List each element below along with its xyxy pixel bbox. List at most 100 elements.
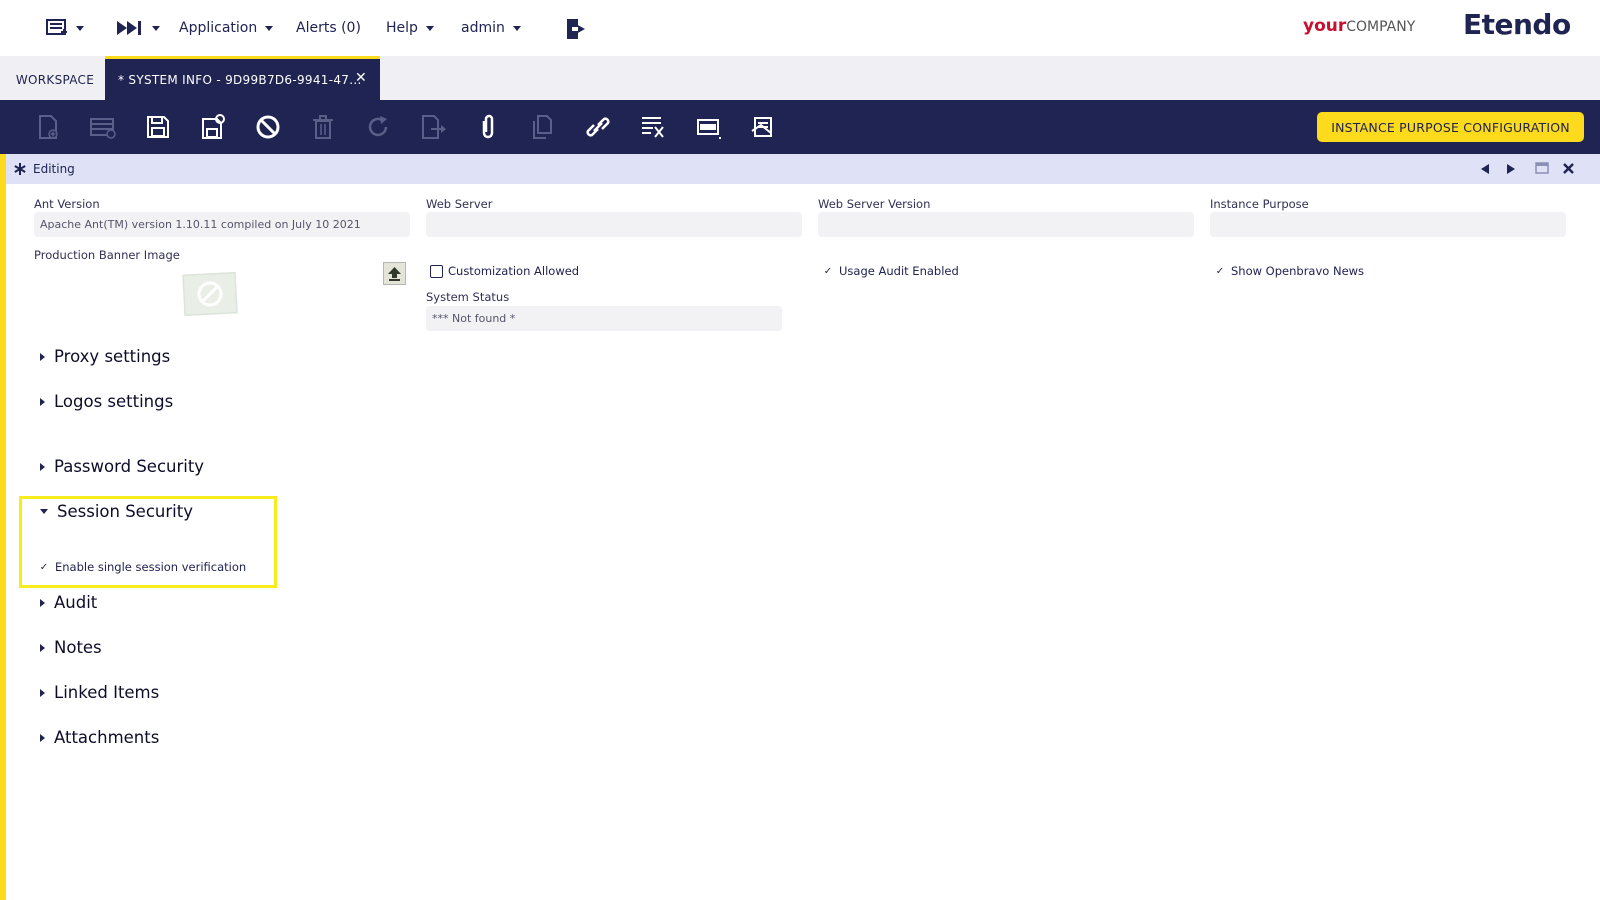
section-password-security[interactable]: Password Security [40, 457, 204, 476]
chevron-right-icon [40, 643, 45, 652]
new-document-button[interactable] [33, 112, 63, 142]
ant-version-label: Ant Version [34, 197, 100, 211]
attachment-icon [482, 114, 494, 139]
section-logos-settings-label: Logos settings [54, 392, 174, 411]
section-notes[interactable]: Notes [40, 638, 102, 657]
user-menu[interactable]: admin [461, 20, 521, 36]
tab-system-info[interactable]: * SYSTEM INFO - 9D99B7D6-9941-47... ✕ [105, 56, 380, 100]
close-icon[interactable]: ✕ [355, 70, 367, 86]
show-news-label: Show Openbravo News [1231, 264, 1365, 278]
application-menu-label: Application [179, 20, 258, 36]
logout-button[interactable] [566, 18, 586, 40]
section-proxy-settings[interactable]: Proxy settings [40, 347, 170, 366]
export-button[interactable] [418, 112, 448, 142]
left-accent-strip [0, 154, 6, 900]
chevron-right-icon [40, 598, 45, 607]
save-button[interactable] [143, 112, 173, 142]
ant-version-field[interactable]: Apache Ant(TM) version 1.10.11 compiled … [34, 212, 410, 237]
attachment-button[interactable] [473, 112, 503, 142]
save-close-icon [202, 114, 225, 139]
checkmark-icon[interactable]: ✓ [822, 266, 834, 277]
tree-button[interactable] [748, 112, 778, 142]
checkbox-unchecked-icon[interactable] [430, 264, 443, 278]
tree-icon [751, 117, 772, 137]
instance-purpose-configuration-button[interactable]: INSTANCE PURPOSE CONFIGURATION [1317, 112, 1584, 142]
close-form-button[interactable] [1562, 162, 1575, 179]
application-menu[interactable]: Application [179, 20, 274, 36]
section-audit-label: Audit [54, 593, 98, 612]
clone-button[interactable] [528, 112, 558, 142]
chevron-right-icon [40, 397, 45, 406]
tab-system-info-label: * SYSTEM INFO - 9D99B7D6-9941-47... [118, 72, 362, 87]
chevron-down-icon [512, 25, 521, 31]
chevron-down-icon [152, 25, 160, 31]
delete-button[interactable] [308, 112, 338, 142]
new-row-button[interactable] [88, 112, 118, 142]
previous-record-button[interactable] [1480, 163, 1490, 179]
web-server-version-field[interactable] [818, 212, 1194, 237]
upload-icon [388, 267, 401, 281]
quick-launch-icon [46, 19, 67, 35]
section-linked-items[interactable]: Linked Items [40, 683, 159, 702]
maximize-icon [1535, 162, 1549, 174]
section-attachments-label: Attachments [54, 728, 160, 747]
section-session-security[interactable]: Session Security [40, 502, 193, 521]
web-server-version-label: Web Server Version [818, 197, 931, 211]
checkmark-icon[interactable]: ✓ [38, 562, 50, 573]
toggle-view-icon [697, 119, 721, 139]
audit-button[interactable] [638, 112, 668, 142]
system-status-field[interactable]: *** Not found * [426, 306, 782, 331]
show-news-checkbox[interactable]: ✓ Show Openbravo News [1214, 264, 1364, 278]
section-logos-settings[interactable]: Logos settings [40, 392, 173, 411]
upload-image-button[interactable] [383, 262, 406, 285]
quick-create-menu[interactable] [116, 18, 160, 38]
maximize-button[interactable] [1535, 162, 1549, 178]
close-icon [1563, 163, 1574, 174]
section-attachments[interactable]: Attachments [40, 728, 159, 747]
top-menu-bar: Application Alerts (0) Help admin yourCO… [0, 0, 1600, 56]
production-banner-label: Production Banner Image [34, 248, 180, 262]
save-close-button[interactable] [198, 112, 228, 142]
next-record-button[interactable] [1506, 163, 1516, 179]
clone-icon [533, 115, 552, 139]
alerts-menu-label: Alerts (0) [296, 20, 361, 36]
no-image-icon [182, 271, 238, 317]
help-menu[interactable]: Help [386, 20, 434, 36]
chevron-right-icon [40, 733, 45, 742]
single-session-label: Enable single session verification [55, 560, 247, 574]
quick-launch-menu[interactable] [46, 18, 84, 38]
toggle-view-button[interactable] [693, 112, 723, 142]
system-status-label: System Status [426, 290, 510, 304]
alerts-menu[interactable]: Alerts (0) [296, 20, 361, 36]
checkmark-icon[interactable]: ✓ [1214, 266, 1226, 277]
tab-workspace-label: WORKSPACE [15, 73, 95, 87]
undo-button[interactable] [253, 112, 283, 142]
tab-workspace[interactable]: WORKSPACE [5, 56, 105, 100]
refresh-icon [368, 116, 388, 137]
customization-allowed-label: Customization Allowed [448, 264, 580, 278]
instance-purpose-label: Instance Purpose [1210, 197, 1309, 211]
section-proxy-settings-label: Proxy settings [54, 347, 171, 366]
chevron-down-icon [40, 509, 48, 514]
company-logo-your: your [1303, 16, 1347, 36]
tab-bar: WORKSPACE * SYSTEM INFO - 9D99B7D6-9941-… [0, 56, 1600, 100]
instance-purpose-field[interactable] [1210, 212, 1566, 237]
link-button[interactable] [583, 112, 613, 142]
single-session-checkbox[interactable]: ✓ Enable single session verification [38, 560, 246, 574]
link-icon [586, 117, 610, 137]
section-audit[interactable]: Audit [40, 593, 97, 612]
fast-forward-icon [117, 21, 141, 35]
section-session-security-label: Session Security [57, 502, 193, 521]
new-document-icon [39, 115, 58, 139]
export-icon [422, 115, 446, 139]
web-server-field[interactable] [426, 212, 802, 237]
arrow-left-icon [1481, 164, 1489, 174]
logout-icon [567, 19, 585, 39]
usage-audit-checkbox[interactable]: ✓ Usage Audit Enabled [822, 264, 959, 278]
arrow-right-icon [1507, 164, 1515, 174]
asterisk-icon [14, 163, 26, 175]
cancel-icon [256, 115, 280, 139]
banner-image-placeholder[interactable] [182, 270, 238, 318]
customization-allowed-checkbox[interactable]: Customization Allowed [430, 264, 579, 278]
refresh-button[interactable] [363, 112, 393, 142]
